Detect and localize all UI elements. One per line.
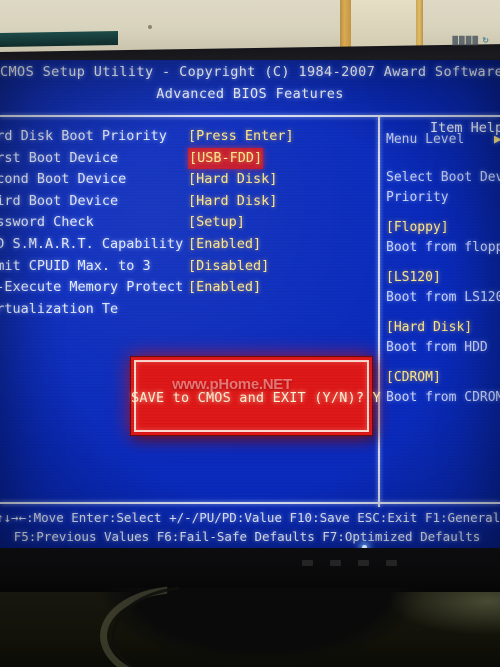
setting-value-selected[interactable]: [USB-FDD] (188, 147, 264, 170)
bios-title-line2: Advanced BIOS Features (156, 86, 344, 102)
monitor-brand-text: ████ (452, 36, 480, 45)
setting-label: Second Boot Device (0, 171, 127, 188)
setting-label: No-Execute Memory Protect (0, 279, 184, 296)
help-spacer (386, 208, 500, 218)
monitor-bezel-tab (0, 30, 118, 48)
setting-value[interactable]: [Hard Disk] (188, 169, 277, 191)
footer-divider (0, 502, 500, 504)
setting-row-first-boot-device[interactable]: First Boot Device [USB-FDD] (0, 147, 380, 170)
setting-label: Hard Disk Boot Priority (0, 128, 167, 144)
item-help-body: Select Boot Device Priority [Floppy] Boo… (386, 168, 500, 408)
setting-row-password-check[interactable]: Password Check [Setup] (0, 212, 380, 234)
setting-row-third-boot-device[interactable]: Third Boot Device [Hard Disk] (0, 191, 380, 213)
help-entry-desc-ls120: Boot from LS120 (386, 290, 500, 305)
setting-row-virtualization-technology[interactable]: Virtualization Te (0, 299, 380, 321)
key-legend-line1: ↑↓→←:Move Enter:Select +/-/PU/PD:Value F… (0, 510, 500, 525)
help-entry-key-floppy: [Floppy] (386, 220, 449, 235)
help-entry-key-ls120: [LS120] (386, 270, 441, 285)
setting-value[interactable]: [Enabled] (188, 234, 261, 256)
monitor-button-power[interactable] (386, 560, 397, 566)
help-entry-desc-hard-disk: Boot from HDD (386, 340, 488, 355)
bios-settings-list: Hard Disk Boot Priority [Press Enter] Fi… (0, 126, 380, 320)
chevron-right-icon: ▶ (494, 132, 500, 147)
setting-label: HDD S.M.A.R.T. Capability (0, 235, 184, 252)
key-legend-bar: ↑↓→←:Move Enter:Select +/-/PU/PD:Value F… (0, 508, 500, 546)
monitor-button-minus[interactable] (330, 560, 341, 566)
help-entry-desc-cdrom: Boot from CDROM (386, 390, 500, 405)
dialog-message-row: SAVE to CMOS and EXIT (Y/N)? Y (131, 390, 381, 406)
menu-level-label: Menu Level (386, 132, 465, 147)
setting-label: Limit CPUID Max. to 3 (0, 257, 151, 274)
setting-value[interactable]: [Disabled] (188, 256, 269, 278)
help-spacer (386, 258, 500, 268)
help-entry-desc-floppy: Boot from floppy (386, 240, 500, 255)
setting-row-second-boot-device[interactable]: Second Boot Device [Hard Disk] (0, 169, 380, 191)
setting-value[interactable]: [Press Enter] (188, 126, 294, 148)
save-cmos-dialog[interactable]: SAVE to CMOS and EXIT (Y/N)? Y (130, 356, 381, 436)
header-divider (0, 115, 500, 117)
setting-label: Third Boot Device (0, 192, 119, 209)
help-entry-key-cdrom: [CDROM] (386, 370, 441, 385)
bios-title-line1: CMOS Setup Utility - Copyright (C) 1984-… (0, 64, 500, 80)
help-description-line2: Priority (386, 190, 449, 205)
setting-label: Virtualization Te (0, 300, 119, 317)
help-description-line1: Select Boot Device (386, 170, 500, 185)
monitor-brand-logo: ████ ↻ (452, 36, 490, 45)
setting-row-limit-cpuid-max[interactable]: Limit CPUID Max. to 3 [Disabled] (0, 256, 380, 278)
monitor-brand-mark-icon: ↻ (482, 36, 490, 45)
help-spacer (386, 308, 500, 318)
monitor-button-plus[interactable] (358, 560, 369, 566)
setting-value[interactable]: [Enabled] (188, 277, 261, 299)
desk-glow (380, 592, 500, 638)
bios-screen: CMOS Setup Utility - Copyright (C) 1984-… (0, 60, 500, 548)
help-spacer (386, 358, 500, 368)
monitor-button-menu[interactable] (302, 560, 313, 566)
setting-label: First Boot Device (0, 149, 119, 166)
setting-label: Password Check (0, 214, 94, 231)
monitor-control-buttons[interactable] (302, 560, 482, 570)
dialog-message: SAVE to CMOS and EXIT (Y/N)? (131, 390, 365, 406)
menu-level-row: Menu Level ▶ (386, 132, 500, 147)
help-entry-key-hard-disk: [Hard Disk] (386, 320, 473, 335)
monitor-photo: ████ ↻ CMOS Setup Utility - Copyright (C… (0, 0, 500, 667)
setting-row-hdd-smart-capability[interactable]: HDD S.M.A.R.T. Capability [Enabled] (0, 234, 380, 256)
setting-value[interactable]: [Setup] (188, 212, 245, 234)
setting-value[interactable]: [Hard Disk] (188, 191, 277, 213)
key-legend-line2: F5:Previous Values F6:Fail-Safe Defaults… (13, 529, 481, 544)
setting-row-no-execute-memory-protect[interactable]: No-Execute Memory Protect [Enabled] (0, 277, 380, 299)
dialog-answer-input[interactable]: Y (373, 390, 381, 406)
setting-row-hard-disk-boot-priority[interactable]: Hard Disk Boot Priority [Press Enter] (0, 126, 380, 148)
